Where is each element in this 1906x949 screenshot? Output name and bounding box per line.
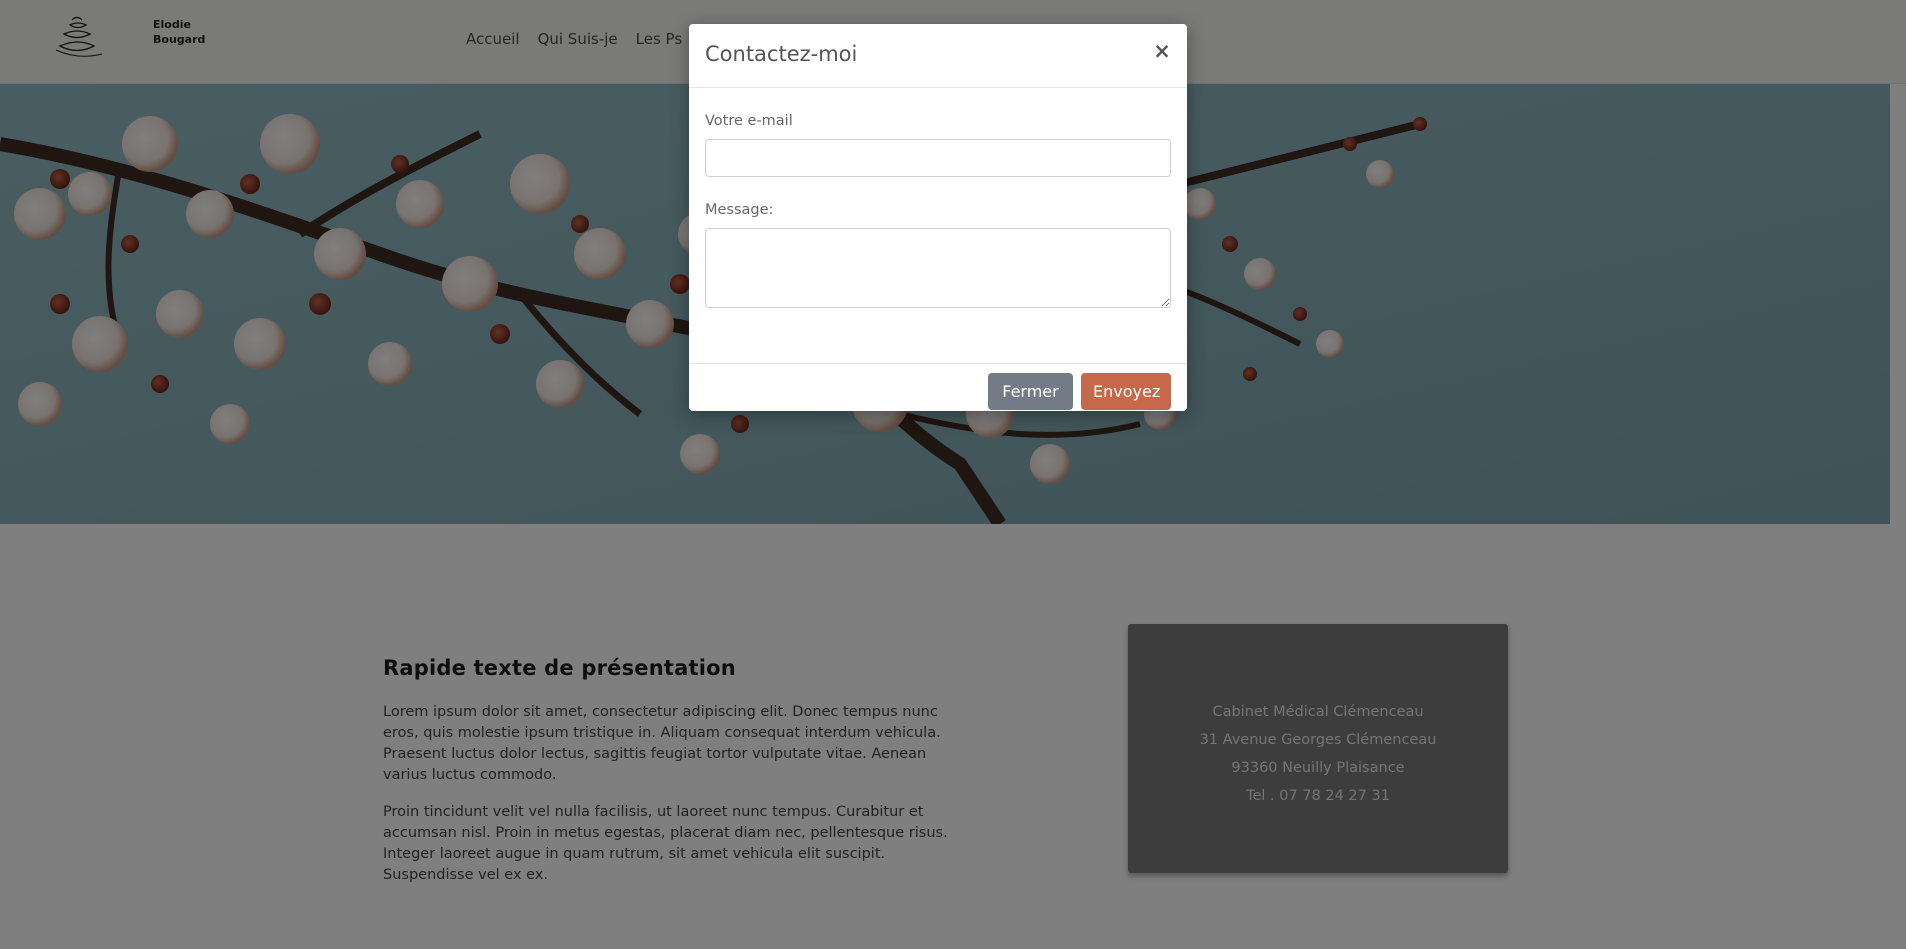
message-label: Message: <box>705 202 774 218</box>
close-button[interactable]: Fermer <box>988 373 1073 410</box>
email-label: Votre e-mail <box>705 113 793 129</box>
contact-modal: Contactez-moi × Votre e-mail Message: Fe… <box>689 24 1187 411</box>
email-field[interactable] <box>705 139 1171 177</box>
send-button[interactable]: Envoyez <box>1081 373 1171 410</box>
modal-body: Votre e-mail Message: <box>689 88 1187 364</box>
modal-footer: Fermer Envoyez <box>689 364 1187 410</box>
modal-title: Contactez-moi <box>705 42 858 66</box>
modal-header: Contactez-moi × <box>689 24 1187 88</box>
message-field[interactable] <box>705 228 1171 308</box>
close-icon[interactable]: × <box>1153 40 1171 62</box>
